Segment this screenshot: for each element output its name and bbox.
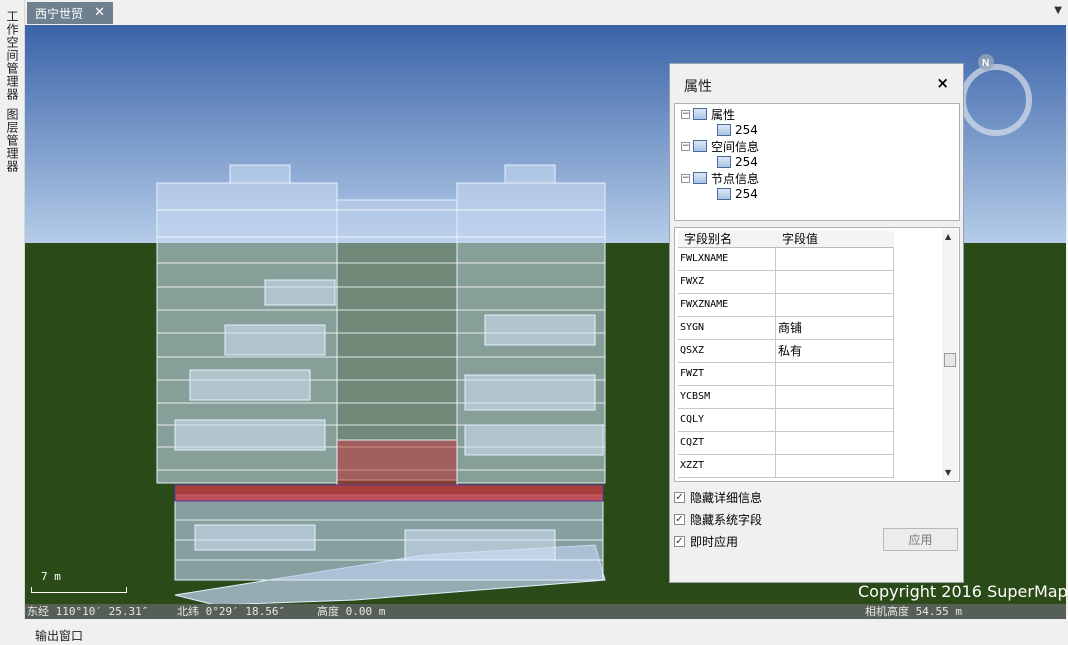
status-bar: 东经 110°10′ 25.31″ 北纬 0°29′ 18.56″ 高度 0.0… — [25, 604, 1066, 619]
camera-height-readout: 相机高度 54.55 m — [865, 605, 962, 618]
document-tab[interactable]: 西宁世贸 ✕ — [27, 2, 113, 24]
field-name-cell: XZZT — [678, 455, 776, 478]
layer-manager-tab[interactable]: 图层管理器 — [4, 108, 21, 173]
table-row[interactable]: YCBSM — [678, 386, 894, 409]
document-tab-bar: 西宁世贸 ✕ ▼ — [25, 0, 1068, 24]
table-row[interactable]: FWLXNAME — [678, 248, 894, 271]
compass-north-label: N — [982, 58, 989, 69]
field-name-cell: FWZT — [678, 363, 776, 386]
tree-leaf-label: 254 — [735, 155, 758, 169]
table-row[interactable]: CQZT — [678, 432, 894, 455]
spatial-icon — [717, 156, 731, 168]
field-value-cell[interactable] — [776, 409, 894, 432]
scrollbar-thumb[interactable] — [944, 353, 956, 367]
field-name-cell: YCBSM — [678, 386, 776, 409]
instant-apply-option[interactable]: ✓ 即时应用 — [674, 533, 738, 550]
tree-node-attributes[interactable]: − 属性 — [681, 106, 735, 122]
hide-details-checkbox[interactable]: ✓ — [674, 492, 685, 503]
field-value-cell[interactable]: 私有 — [776, 340, 894, 363]
building-roof-block — [504, 164, 556, 184]
table-row[interactable]: CQLY — [678, 409, 894, 432]
hide-details-label: 隐藏详细信息 — [690, 491, 763, 505]
field-value-cell[interactable]: 商铺 — [776, 317, 894, 340]
table-row[interactable]: QSXZ 私有 — [678, 340, 894, 363]
field-value-cell[interactable] — [776, 363, 894, 386]
field-value-cell[interactable] — [776, 455, 894, 478]
copyright-text: Copyright 2016 SuperMap — [858, 582, 1068, 601]
property-tree: − 属性 254 − 空间信息 254 − 节点信息 254 — [674, 103, 960, 221]
instant-apply-label: 即时应用 — [690, 535, 739, 549]
tree-leaf[interactable]: 254 — [717, 186, 758, 202]
field-name-cell: QSXZ — [678, 340, 776, 363]
tree-node-label: 节点信息 — [711, 171, 760, 186]
scale-bar — [31, 587, 127, 593]
field-name-cell: SYGN — [678, 317, 776, 340]
table-row[interactable]: SYGN 商铺 — [678, 317, 894, 340]
attribute-grid: 字段别名 字段值 FWLXNAME FWXZ FWXZNAME SYGN 商铺 … — [674, 227, 960, 482]
panel-title: 属性 — [684, 79, 712, 95]
collapse-icon[interactable]: − — [681, 109, 690, 119]
tree-node-nodes[interactable]: − 节点信息 — [681, 170, 759, 186]
tree-node-spatial[interactable]: − 空间信息 — [681, 138, 759, 154]
field-value-cell[interactable] — [776, 271, 894, 294]
tree-node-label: 空间信息 — [711, 139, 760, 154]
table-row[interactable]: XZZT — [678, 455, 894, 478]
tree-leaf-label: 254 — [735, 123, 758, 137]
field-name-cell: FWLXNAME — [678, 248, 776, 271]
tree-leaf[interactable]: 254 — [717, 122, 758, 138]
node-icon — [693, 172, 707, 184]
field-name-cell: CQLY — [678, 409, 776, 432]
building-middle — [336, 199, 458, 481]
table-row[interactable]: FWZT — [678, 363, 894, 386]
building-roof-block — [229, 164, 291, 184]
spatial-icon — [693, 140, 707, 152]
hide-system-fields-label: 隐藏系统字段 — [690, 513, 763, 527]
apply-button[interactable]: 应用 — [883, 528, 958, 551]
grid-scrollbar[interactable]: ▲ ▼ — [942, 229, 958, 480]
highlighted-rooms — [336, 439, 458, 486]
node-icon — [717, 188, 731, 200]
hide-system-fields-option[interactable]: ✓ 隐藏系统字段 — [674, 511, 762, 528]
table-icon — [693, 108, 707, 120]
height-readout: 高度 0.00 m — [317, 605, 386, 618]
field-value-cell[interactable] — [776, 294, 894, 317]
tree-leaf-label: 254 — [735, 187, 758, 201]
tree-node-label: 属性 — [711, 107, 736, 122]
close-icon[interactable]: ✕ — [94, 5, 105, 20]
close-icon[interactable]: × — [936, 74, 949, 92]
collapse-icon[interactable]: − — [681, 141, 690, 151]
scroll-up-icon[interactable]: ▲ — [945, 232, 951, 241]
field-value-cell[interactable] — [776, 386, 894, 409]
latitude-readout: 北纬 0°29′ 18.56″ — [177, 605, 286, 618]
chevron-down-icon[interactable]: ▼ — [1054, 5, 1062, 16]
scroll-down-icon[interactable]: ▼ — [945, 468, 951, 477]
field-name-cell: FWXZNAME — [678, 294, 776, 317]
properties-panel: 属性 × − 属性 254 − 空间信息 254 − 节点信息 254 字段别名… — [669, 63, 964, 583]
field-value-cell[interactable] — [776, 248, 894, 271]
table-row[interactable]: FWXZNAME — [678, 294, 894, 317]
collapse-icon[interactable]: − — [681, 173, 690, 183]
table-icon — [717, 124, 731, 136]
field-value-cell[interactable] — [776, 432, 894, 455]
left-dock-strip: 工作空间管理器 图层管理器 — [0, 0, 25, 620]
column-header-value[interactable]: 字段值 — [776, 231, 894, 247]
field-name-cell: CQZT — [678, 432, 776, 455]
field-name-cell: FWXZ — [678, 271, 776, 294]
output-window-tab[interactable]: 输出窗口 — [35, 627, 83, 644]
column-header-alias[interactable]: 字段别名 — [678, 231, 776, 247]
longitude-readout: 东经 110°10′ 25.31″ — [27, 605, 149, 618]
highlighted-floor[interactable] — [174, 484, 604, 502]
hide-system-fields-checkbox[interactable]: ✓ — [674, 514, 685, 525]
document-tab-title: 西宁世贸 — [35, 6, 84, 21]
building-model[interactable] — [156, 164, 606, 606]
workspace-manager-tab[interactable]: 工作空间管理器 — [4, 10, 21, 101]
instant-apply-checkbox[interactable]: ✓ — [674, 536, 685, 547]
hide-details-option[interactable]: ✓ 隐藏详细信息 — [674, 489, 762, 506]
tree-leaf[interactable]: 254 — [717, 154, 758, 170]
scale-label: 7 m — [41, 570, 61, 583]
table-row[interactable]: FWXZ — [678, 271, 894, 294]
grid-header: 字段别名 字段值 — [678, 231, 894, 248]
